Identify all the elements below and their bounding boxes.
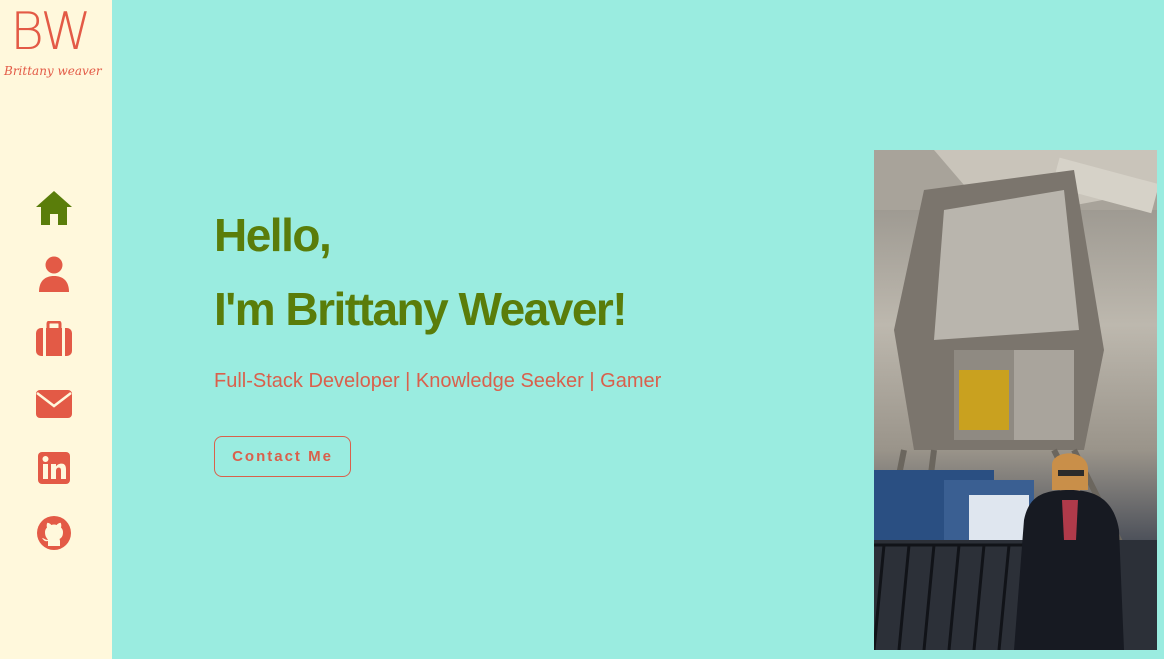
logo-monogram: BW [10,2,92,62]
nav-item-github[interactable] [34,513,74,553]
nav-item-portfolio[interactable] [34,319,74,359]
user-icon [37,255,71,293]
profile-photo [874,150,1157,650]
contact-me-button[interactable]: Contact Me [214,436,351,477]
briefcase-icon [35,321,73,357]
greeting-line-2: I'm Brittany Weaver! [214,283,628,335]
nav-item-about[interactable] [34,254,74,294]
nav-item-home[interactable] [34,188,74,228]
envelope-icon [35,389,73,419]
greeting-line-1: Hello, [214,209,332,261]
nav-item-linkedin[interactable] [34,448,74,488]
nav-item-contact[interactable] [34,384,74,424]
sidebar: BW Brittany weaver [0,0,112,659]
tagline: Full-Stack Developer | Knowledge Seeker … [214,370,662,392]
logo[interactable]: BW Brittany weaver [0,0,112,90]
home-icon [34,189,74,227]
github-icon [36,515,72,551]
logo-name: Brittany weaver [4,64,102,78]
linkedin-icon [37,451,71,485]
